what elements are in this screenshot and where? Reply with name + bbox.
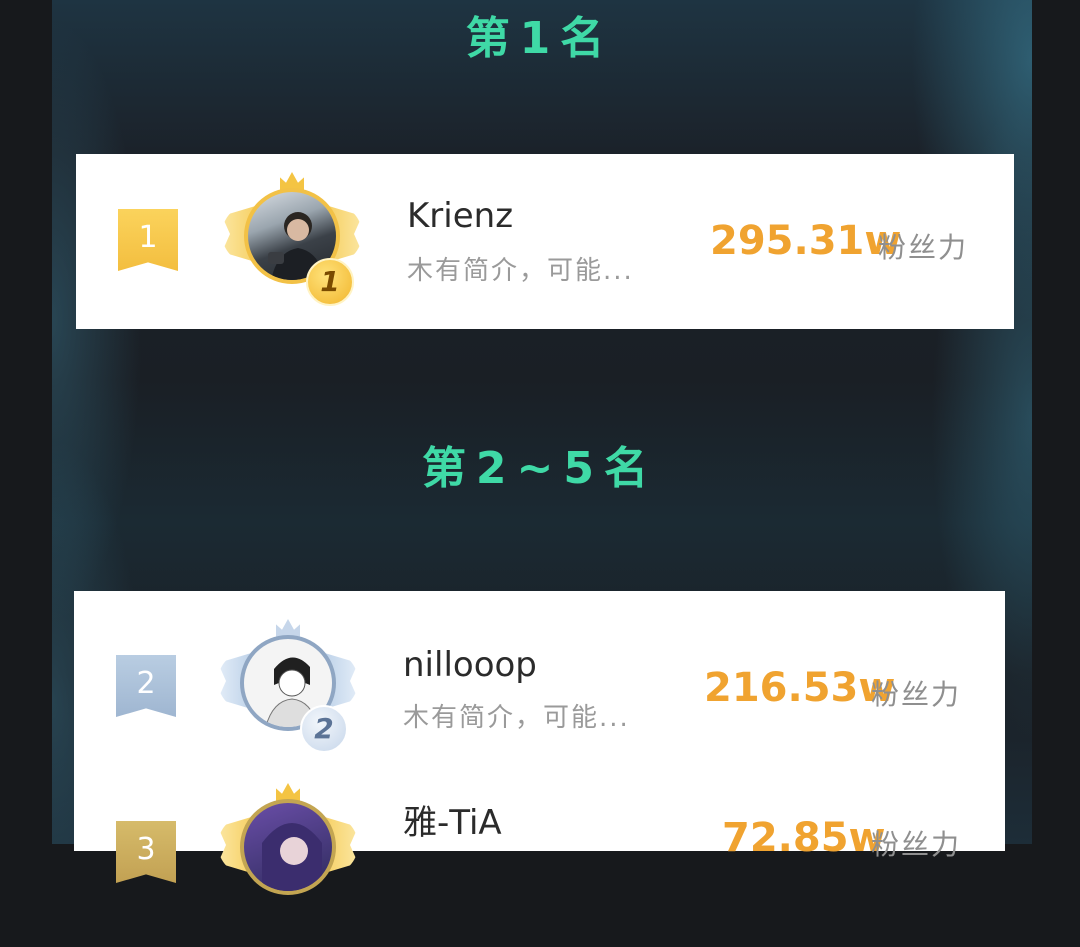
rank-ribbon: 1	[118, 209, 178, 271]
ranking-row[interactable]: 3 雅-TiA 72.85w 粉丝力	[74, 777, 1005, 947]
rank-ribbon: 3	[116, 821, 176, 883]
person-silhouette-icon	[262, 823, 322, 891]
user-name[interactable]: nillooop	[403, 645, 537, 685]
fan-power-score: 216.53w	[704, 665, 896, 711]
avatar-frame[interactable]: 1	[222, 172, 362, 306]
avatar-frame[interactable]	[218, 783, 358, 915]
user-name[interactable]: 雅-TiA	[403, 795, 502, 844]
rank-badge: 1	[306, 258, 354, 306]
avatar	[240, 799, 336, 895]
section-title-top2-5: 第2~5名	[421, 443, 659, 494]
ranking-list-card: 2 2 nillooop 木有简介，可能... 216.53w 粉丝力 3 雅-…	[74, 591, 1005, 895]
user-bio: 木有简介，可能...	[403, 703, 630, 733]
rank-ribbon: 2	[116, 655, 176, 717]
rank-number: 3	[136, 832, 156, 867]
ranking-card[interactable]: 1 1 Krienz 木有简介，可能... 295.31w 粉丝力	[76, 154, 1014, 329]
fan-power-label: 粉丝力	[871, 828, 962, 861]
user-bio: 木有简介，可能...	[407, 256, 634, 286]
avatar-frame[interactable]: 2	[218, 619, 358, 753]
fan-power-score: 72.85w	[722, 815, 886, 861]
user-name[interactable]: Krienz	[407, 196, 513, 236]
rank-number: 1	[138, 220, 158, 255]
fan-power-label: 粉丝力	[871, 678, 962, 711]
section-title-top1: 第1名	[465, 13, 615, 64]
fan-power-score: 295.31w	[710, 218, 902, 264]
ranking-row[interactable]: 2 2 nillooop 木有简介，可能... 216.53w 粉丝力	[74, 591, 1005, 777]
rank-number: 2	[136, 666, 156, 701]
rank-badge: 2	[300, 705, 348, 753]
fan-power-label: 粉丝力	[878, 231, 969, 264]
